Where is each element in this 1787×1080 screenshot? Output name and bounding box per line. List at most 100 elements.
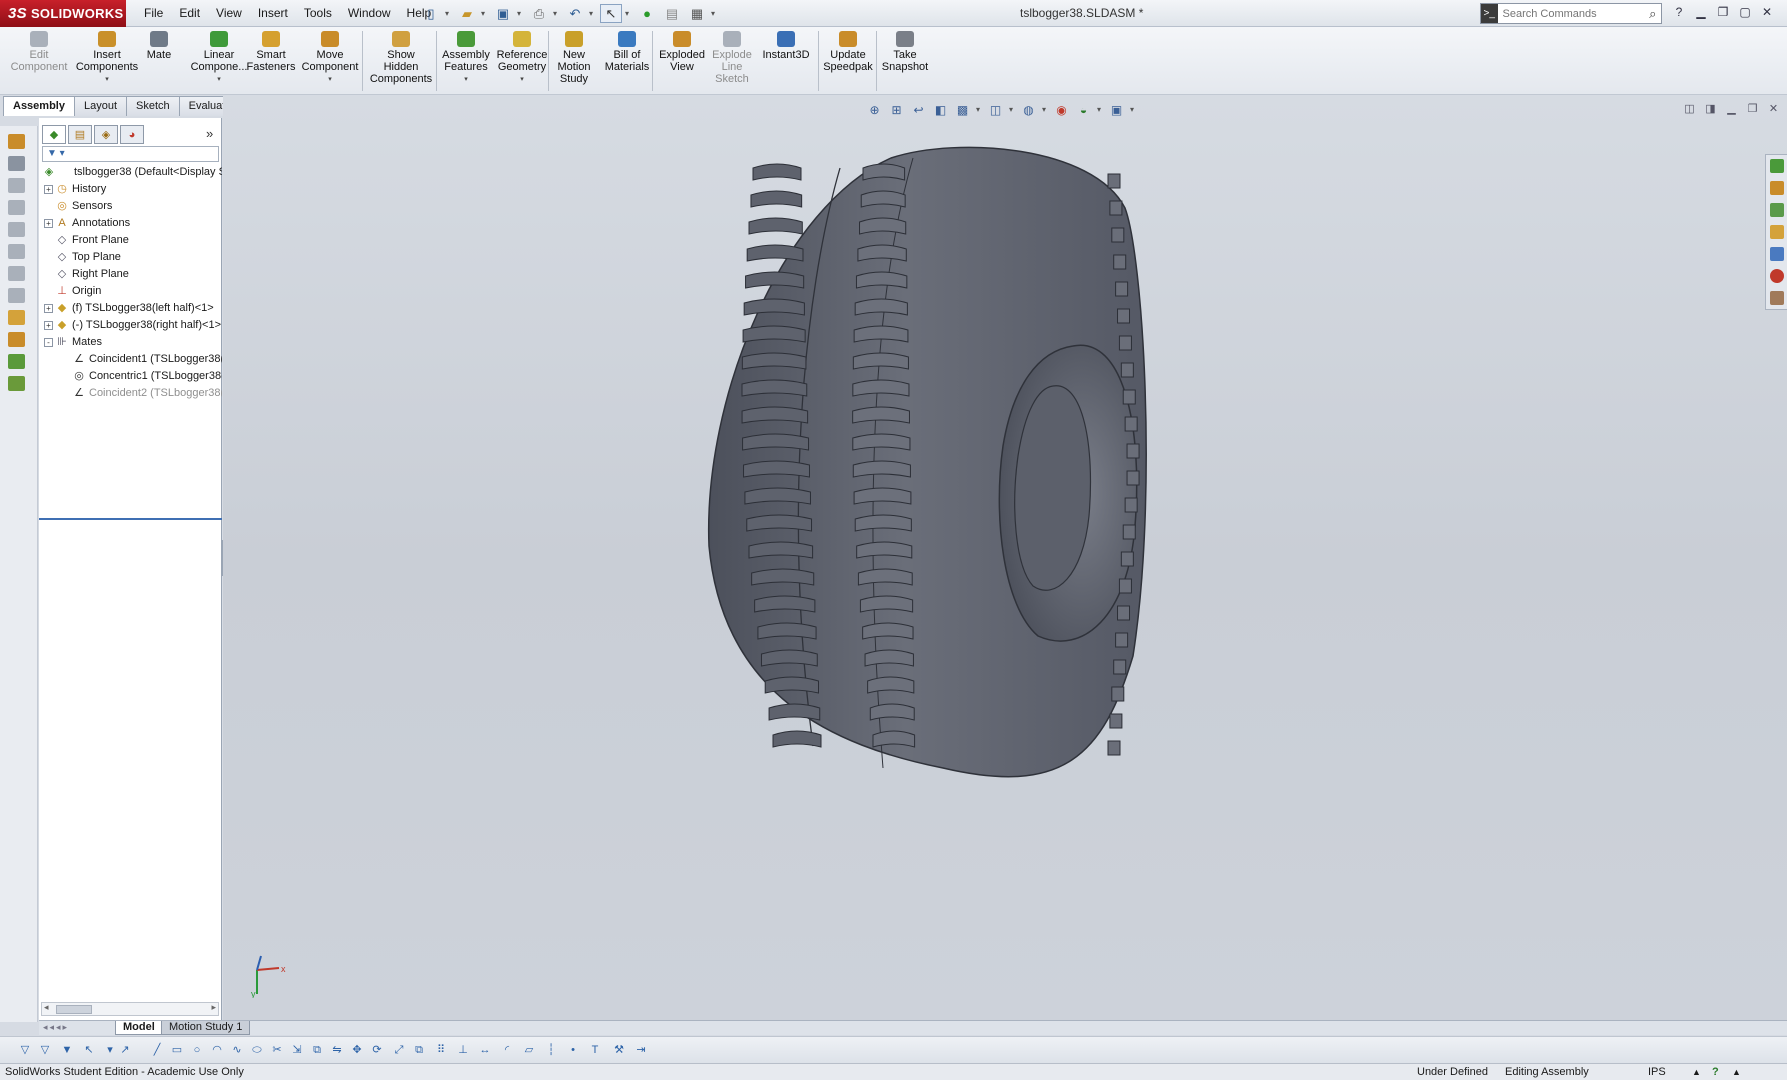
configuration-manager-tab-icon[interactable]: ◈ [94,125,118,144]
rebuild-traffic-light-icon[interactable]: ● [636,4,658,23]
insert-components-button[interactable]: Insert Components ▾ [74,31,140,93]
display-manager-tab-icon[interactable]: ◕ [120,125,144,144]
tree-node[interactable]: ◇ Top Plane [39,249,222,266]
expand-icon[interactable]: + [44,304,53,313]
mate-small-icon[interactable] [8,332,25,347]
options-icon[interactable]: ▦ [686,4,708,23]
arc-icon[interactable]: ◠ [210,1043,224,1057]
take-snapshot-button[interactable]: Take Snapshot [878,31,932,93]
mate-button[interactable]: Mate [144,31,174,93]
select-arrow-icon[interactable]: ↖ [600,4,622,23]
relation-icon[interactable]: ⊥ [456,1043,470,1057]
offset-icon[interactable]: ⧉ [310,1043,324,1057]
scroll-left-icon[interactable]: ◂ [44,1002,49,1013]
menu-view[interactable]: View [208,0,250,27]
instant3d-button[interactable]: Instant3D [758,31,814,93]
revolve-icon[interactable] [8,200,25,215]
shell-icon[interactable] [8,310,25,325]
line-icon[interactable]: ╱ [150,1043,164,1057]
smart-fasteners-button[interactable]: Smart Fasteners [246,31,296,93]
quick-tips-icon[interactable]: ? [1712,1064,1719,1080]
tree-node[interactable]: ◈ tslbogger38 (Default<Display State-1>) [39,164,222,181]
tree-node[interactable]: + A Annotations [39,215,222,232]
menu-edit[interactable]: Edit [171,0,208,27]
expand-icon[interactable]: + [44,219,53,228]
update-speedpak-button[interactable]: Update Speedpak [820,31,876,93]
menu-file[interactable]: File [136,0,171,27]
expand-icon[interactable]: + [44,321,53,330]
linear-component-pattern-button[interactable]: Linear Compone... ▾ [190,31,248,93]
pattern-icon[interactable]: ⠿ [434,1043,448,1057]
appearances-icon[interactable] [1770,269,1784,283]
collapse-icon[interactable]: - [44,338,53,347]
custom-properties-icon[interactable] [1770,291,1784,305]
menu-window[interactable]: Window [340,0,399,27]
copy-icon[interactable]: ⧉ [412,1043,426,1057]
new-motion-study-button[interactable]: New Motion Study [552,31,596,93]
file-properties-icon[interactable]: ▤ [661,4,683,23]
select-icon[interactable]: ↖ [82,1043,96,1057]
move-component-button[interactable]: Move Component ▾ [298,31,362,93]
edit-component-button[interactable]: Edit Component [10,31,68,93]
view-palette-icon[interactable] [1770,247,1784,261]
scroll-thumb[interactable] [56,1005,92,1014]
explode-line-sketch-button[interactable]: Explode Line Sketch [710,31,754,93]
exploded-view-button[interactable]: Exploded View [656,31,708,93]
tree-node[interactable]: - ⊪ Mates [39,334,222,351]
options-dropdown-icon[interactable]: ▾ [711,4,719,23]
expand-panel-icon[interactable]: » [206,126,213,141]
repair-icon[interactable]: ⚒ [612,1043,626,1057]
select-other-icon[interactable]: ↗ [118,1043,132,1057]
move-entities-icon[interactable]: ✥ [350,1043,364,1057]
save-dropdown-icon[interactable]: ▾ [517,4,525,23]
plane-sketch-icon[interactable]: ▱ [522,1043,536,1057]
property-manager-tab-icon[interactable]: ▤ [68,125,92,144]
tab-model[interactable]: Model [115,1021,163,1035]
tree-horizontal-scrollbar[interactable]: ◂ ▸ [41,1002,219,1016]
tire-3d-model[interactable] [223,96,1787,1020]
feature-filter-icon[interactable]: ▼ ▾ [42,146,219,162]
rotate-icon[interactable]: ⟳ [370,1043,384,1057]
filter-all-icon[interactable]: ▽ [38,1043,52,1057]
ellipse-icon[interactable]: ⬭ [250,1043,264,1057]
tree-node[interactable]: + ◆ (f) TSLbogger38(left half)<1> [39,300,222,317]
chevron-down-icon[interactable]: ▾ [494,74,550,86]
extrude-icon[interactable] [8,178,25,193]
appearance-icon[interactable] [8,376,25,391]
chevron-down-icon[interactable]: ▾ [298,74,362,86]
status-menu-icon[interactable]: ▲ [1732,1064,1741,1080]
reference-geometry-button[interactable]: Reference Geometry ▾ [494,31,550,93]
search-icon[interactable]: ⌕ [1645,6,1662,22]
solidworks-logo[interactable]: 3S SOLIDWORKS [0,0,126,27]
maximize-icon[interactable]: ▢ [1736,3,1754,22]
help-icon[interactable]: ? [1670,3,1688,22]
show-hidden-components-button[interactable]: Show Hidden Components [368,31,434,93]
chevron-down-icon[interactable]: ▾ [74,74,140,86]
spline-icon[interactable]: ∿ [230,1043,244,1057]
tab-assembly[interactable]: Assembly [3,96,75,116]
menu-tools[interactable]: Tools [296,0,340,27]
resources-icon[interactable] [1770,159,1784,173]
move-icon[interactable] [8,354,25,369]
tab-sketch[interactable]: Sketch [126,96,180,116]
print-dropdown-icon[interactable]: ▾ [553,4,561,23]
design-library-icon[interactable] [1770,181,1784,195]
dimension-icon[interactable]: ↔ [478,1043,492,1057]
point-icon[interactable]: • [566,1043,580,1057]
save-icon[interactable]: ▣ [492,4,514,23]
open-dropdown-icon[interactable]: ▾ [481,4,489,23]
units-dropdown-icon[interactable]: ▲ [1692,1064,1701,1080]
tree-node[interactable]: ◇ Front Plane [39,232,222,249]
print-icon[interactable]: ⎙ [528,4,550,23]
tab-layout[interactable]: Layout [73,96,128,116]
sketch-icon[interactable] [8,134,25,149]
restore-icon[interactable]: ❐ [1714,3,1732,22]
new-document-icon[interactable]: ▯ [420,4,442,23]
select-dropdown-icon[interactable]: ▾ [103,1043,117,1057]
tree-node[interactable]: + ◆ (-) TSLbogger38(right half)<1> [39,317,222,334]
mirror-icon[interactable]: ⇋ [330,1043,344,1057]
undo-icon[interactable]: ↶ [564,4,586,23]
circle-icon[interactable]: ○ [190,1043,204,1057]
chamfer-icon[interactable] [8,288,25,303]
search-box[interactable]: >_ ⌕ [1480,3,1662,24]
